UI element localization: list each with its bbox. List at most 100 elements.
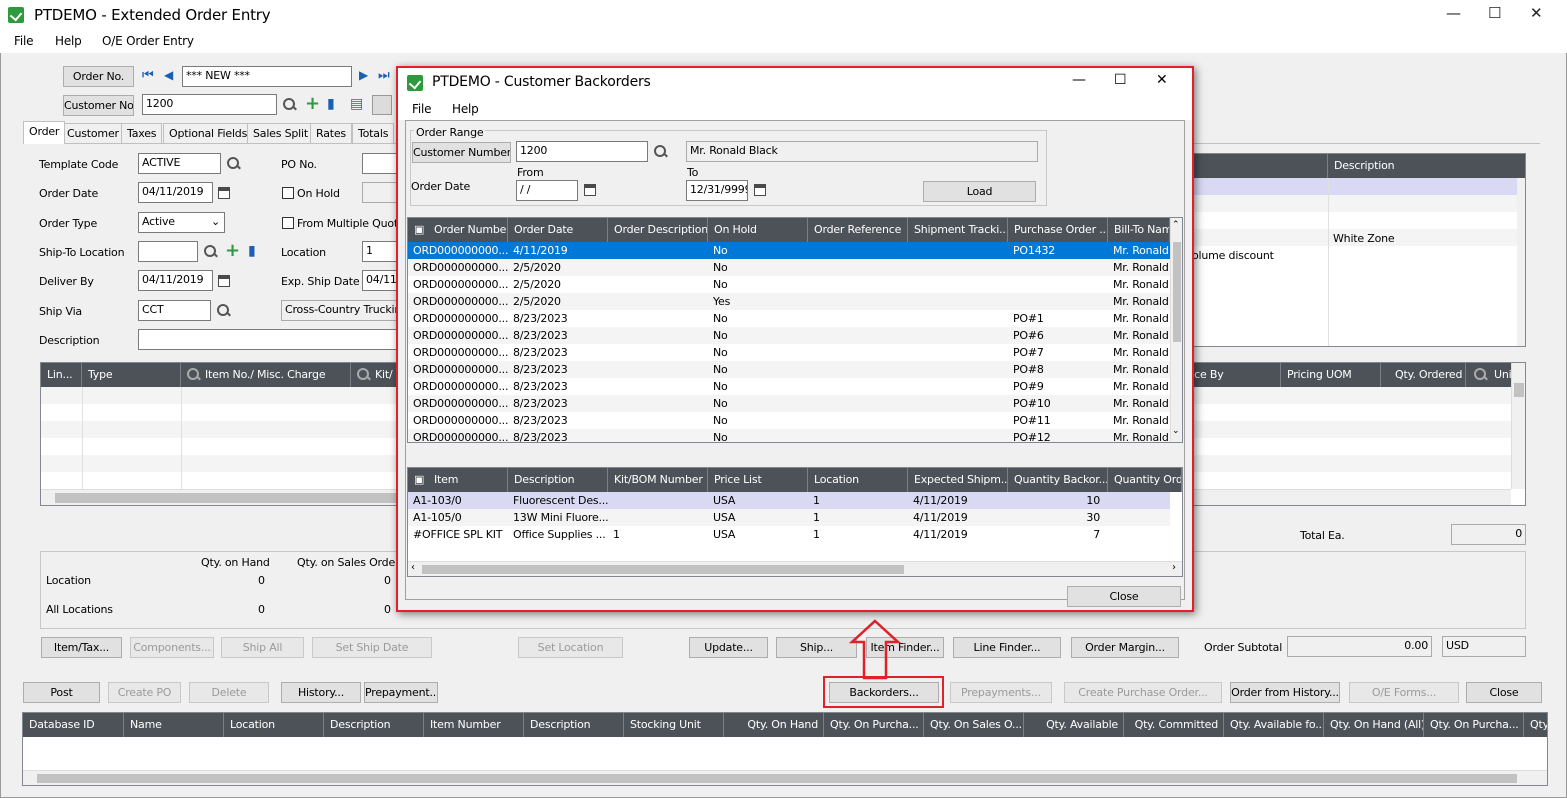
item-row[interactable]: A1-105/0 13W Mini Fluore... USA 1 4/11/2019 3… xyxy=(408,509,1170,526)
ship-to-input[interactable] xyxy=(138,241,198,262)
orders-header-order-date[interactable]: Order Date xyxy=(508,218,608,242)
bottom-header-database-id[interactable]: Database ID xyxy=(23,713,124,737)
order-row[interactable]: ORD000000000... 2/5/2020 Yes Mr. Ronald xyxy=(408,293,1170,310)
ship-all-button[interactable]: Ship All xyxy=(221,637,304,658)
to-date-input[interactable]: 12/31/9999 xyxy=(686,180,748,201)
lines-hscroll-thumb[interactable] xyxy=(55,493,415,503)
items-hscrollbar[interactable]: ‹ › xyxy=(408,561,1182,576)
prepayments-button[interactable]: Prepayments... xyxy=(950,682,1052,703)
items-hscroll-thumb[interactable] xyxy=(422,565,904,574)
bottom-header-description[interactable]: Description xyxy=(324,713,424,737)
bottom-header-location[interactable]: Location xyxy=(224,713,324,737)
bottom-header-stocking-unit[interactable]: Stocking Unit xyxy=(624,713,724,737)
dialog-maximize-button[interactable]: ☐ xyxy=(1114,72,1127,88)
lines-header-price-by[interactable]: rice By xyxy=(1181,363,1281,387)
orders-header-on-hold[interactable]: On Hold xyxy=(708,218,808,242)
right-panel-row[interactable] xyxy=(1187,195,1517,212)
bottom-header-item-number[interactable]: Item Number xyxy=(424,713,524,737)
tab-totals[interactable]: Totals xyxy=(352,123,395,143)
scroll-up-icon[interactable]: ⌃ xyxy=(1172,220,1180,230)
scroll-left-icon[interactable]: ‹ xyxy=(411,562,415,573)
deliver-by-input[interactable]: 04/11/2019 xyxy=(138,270,213,291)
from-date-calendar-icon[interactable] xyxy=(584,184,596,196)
bottom-header-qty-on-purchase-2[interactable]: Qty. On Purcha... xyxy=(1424,713,1524,737)
tab-taxes[interactable]: Taxes xyxy=(121,123,163,143)
right-panel-grid[interactable]: Description White Zone olume discount xyxy=(1186,153,1526,347)
customer-number-button[interactable]: Customer Number xyxy=(412,142,511,163)
customer-finder-icon[interactable] xyxy=(283,98,297,112)
order-row[interactable]: ORD000000000... 8/23/2023 No PO#8 Mr. Ronald xyxy=(408,361,1170,378)
exp-ship-date-input[interactable]: 04/11/ xyxy=(362,270,400,291)
dialog-minimize-button[interactable]: — xyxy=(1072,72,1086,88)
dialog-close-icon[interactable]: ✕ xyxy=(1156,72,1168,88)
set-ship-date-button[interactable]: Set Ship Date xyxy=(312,637,432,658)
lines-header-pricing-uom[interactable]: Pricing UOM xyxy=(1281,363,1381,387)
item-row[interactable]: A1-103/0 Fluorescent Des... USA 1 4/11/2019 1… xyxy=(408,492,1170,509)
ship-button[interactable]: Ship... xyxy=(776,637,857,658)
order-row[interactable]: ORD000000000... 8/23/2023 No PO#9 Mr. Ronald xyxy=(408,378,1170,395)
deliver-by-calendar-icon[interactable] xyxy=(218,275,230,287)
item-row[interactable]: #OFFICE SPL KIT Office Supplies ... 1 USA 1 4… xyxy=(408,526,1170,543)
menu-help[interactable]: Help xyxy=(55,34,82,48)
menu-oe-order-entry[interactable]: O/E Order Entry xyxy=(102,34,194,48)
ship-to-finder-icon[interactable] xyxy=(204,245,218,259)
to-date-calendar-icon[interactable] xyxy=(754,184,766,196)
description-input[interactable] xyxy=(138,329,400,350)
delete-button[interactable]: Delete xyxy=(189,682,269,703)
orders-vscrollbar[interactable]: ⌃ ⌄ xyxy=(1170,218,1182,442)
zoom-icon[interactable] xyxy=(372,95,392,115)
dialog-close-button[interactable]: Close xyxy=(1067,586,1181,607)
orders-header-purchase-order[interactable]: Purchase Order ... xyxy=(1008,218,1108,242)
orders-header-shipment-tracking[interactable]: Shipment Tracki... xyxy=(908,218,1008,242)
right-panel-selected-row[interactable] xyxy=(1187,178,1517,195)
new-ship-to-icon[interactable]: + xyxy=(225,242,240,260)
right-panel-row[interactable] xyxy=(1187,212,1517,229)
order-row[interactable]: ORD000000000... 8/23/2023 No PO#6 Mr. Ronald xyxy=(408,327,1170,344)
order-row[interactable]: ORD000000000... 8/23/2023 No PO#10 Mr. Ronal… xyxy=(408,395,1170,412)
orders-header-order-reference[interactable]: Order Reference xyxy=(808,218,908,242)
from-date-input[interactable]: / / xyxy=(516,180,578,201)
prepayment-button[interactable]: Prepayment... xyxy=(364,682,438,703)
first-record-icon[interactable]: ⏮ xyxy=(142,68,154,83)
items-header-price-list[interactable]: Price List xyxy=(708,468,808,492)
load-button[interactable]: Load xyxy=(923,181,1036,202)
on-hold-checkbox[interactable] xyxy=(282,187,294,199)
orders-vscroll-thumb[interactable] xyxy=(1173,242,1181,342)
order-date-input[interactable]: 04/11/2019 xyxy=(138,182,213,203)
oe-forms-button[interactable]: O/E Forms... xyxy=(1349,682,1459,703)
components-button[interactable]: Components... xyxy=(130,637,214,658)
item-tax-button[interactable]: Item/Tax... xyxy=(41,637,122,658)
update-button[interactable]: Update... xyxy=(689,637,768,658)
bottom-header-name[interactable]: Name xyxy=(124,713,224,737)
close-window-button[interactable]: ✕ xyxy=(1530,4,1543,22)
orders-header-order-description[interactable]: Order Description xyxy=(608,218,708,242)
order-row[interactable]: ORD000000000... 8/23/2023 No PO#1 Mr. Ronald xyxy=(408,310,1170,327)
backorder-orders-grid[interactable]: ▣ Order Number Order Date Order Descripti… xyxy=(407,217,1183,443)
lines-header-unit[interactable]: Unit xyxy=(1466,363,1516,387)
right-panel-scrollbar[interactable] xyxy=(1517,178,1525,346)
maximize-button[interactable]: ☐ xyxy=(1488,4,1501,22)
create-purchase-order-button[interactable]: Create Purchase Order... xyxy=(1064,682,1222,703)
create-po-button[interactable]: Create PO xyxy=(108,682,181,703)
bottom-header-qty-available-for[interactable]: Qty. Available fo... xyxy=(1224,713,1324,737)
last-record-icon[interactable]: ⏭ xyxy=(378,68,390,83)
items-header-expected-ship[interactable]: Expected Shipm... xyxy=(908,468,1008,492)
next-record-icon[interactable]: ▶ xyxy=(359,68,368,82)
bottom-header-qty-committed[interactable]: Qty. Committed xyxy=(1124,713,1224,737)
scroll-down-icon[interactable]: ⌄ xyxy=(1172,426,1180,436)
tab-sales-split[interactable]: Sales Split xyxy=(247,123,314,143)
tab-rates[interactable]: Rates xyxy=(310,123,352,143)
bottom-header-qty-on-hand-all[interactable]: Qty. On Hand (All) xyxy=(1324,713,1424,737)
bottom-hscroll-thumb[interactable] xyxy=(37,774,1517,783)
tab-customer[interactable]: Customer xyxy=(61,123,125,143)
lines-header-kit[interactable]: Kit/ xyxy=(351,363,401,387)
items-header-qty-backordered[interactable]: Quantity Backor... xyxy=(1008,468,1108,492)
orders-header-order-number[interactable]: ▣ Order Number xyxy=(408,218,508,242)
multi-quotes-checkbox[interactable] xyxy=(282,217,294,229)
items-header-qty-ordered[interactable]: Quantity Orde xyxy=(1108,468,1182,492)
bottom-hscrollbar[interactable] xyxy=(23,770,1547,785)
order-row[interactable]: ORD000000000... 4/11/2019 No PO1432 Mr. Rona… xyxy=(408,242,1170,259)
tab-order[interactable]: Order xyxy=(23,121,66,144)
bottom-header-qty-on-sales[interactable]: Qty. On Sales O... xyxy=(924,713,1024,737)
minimize-button[interactable]: — xyxy=(1446,4,1461,22)
